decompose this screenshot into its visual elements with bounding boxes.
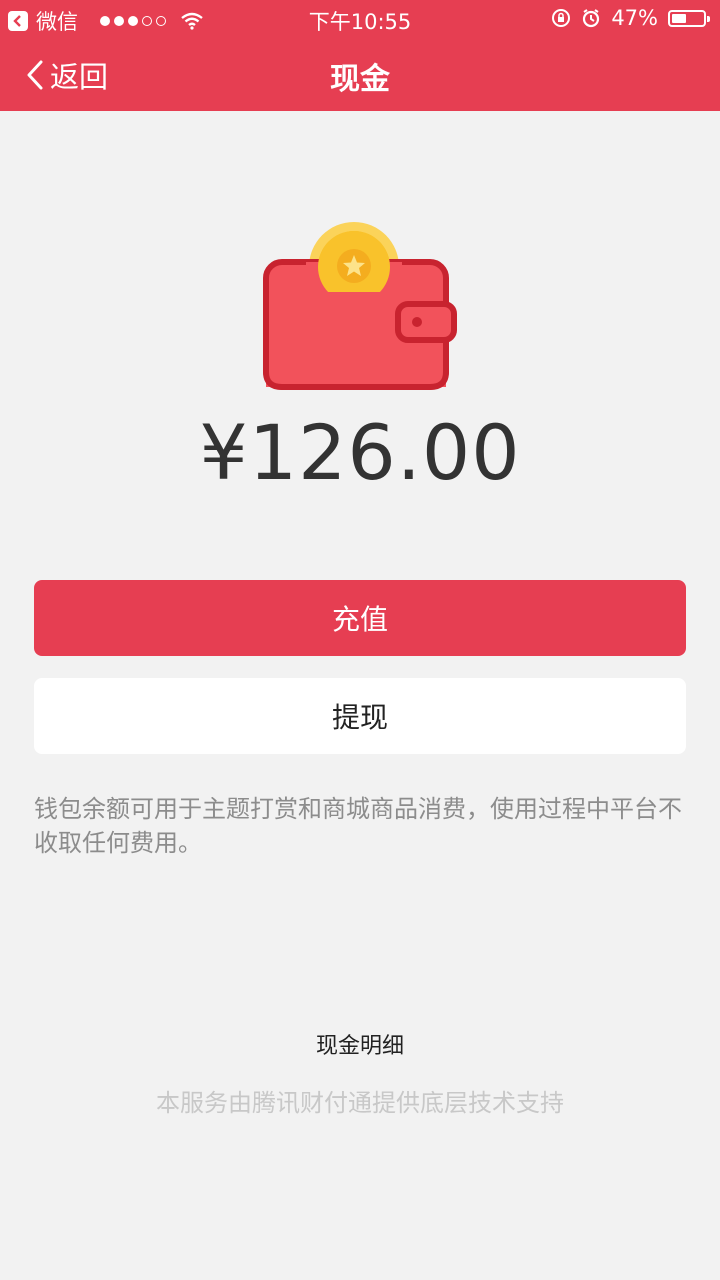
- alarm-icon: [583, 9, 600, 28]
- balance-note: 钱包余额可用于主题打赏和商城商品消费，使用过程中平台不收取任何费用。: [34, 795, 682, 857]
- service-provider-footer: 本服务由腾讯财付通提供底层技术支持: [156, 1089, 564, 1117]
- wallet-icon: [263, 222, 457, 390]
- page-title: 现金: [330, 62, 390, 97]
- status-bar: 微信 下午10:55 47%: [0, 0, 720, 38]
- recharge-button[interactable]: 充值: [34, 580, 686, 656]
- nav-bar: 返回 现金: [0, 38, 720, 111]
- status-right: 47%: [551, 6, 710, 30]
- cash-details-link[interactable]: 现金明细: [0, 1028, 720, 1060]
- balance-amount: ¥126.00: [199, 408, 521, 497]
- withdraw-button[interactable]: 提现: [34, 678, 686, 754]
- battery-percent: 47%: [611, 6, 658, 30]
- battery-icon: [668, 9, 710, 27]
- rotation-lock-icon: [552, 9, 571, 27]
- app-header: 微信 下午10:55 47% 返回 现金: [0, 0, 720, 111]
